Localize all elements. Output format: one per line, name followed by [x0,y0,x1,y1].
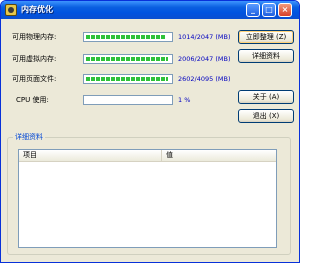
close-button[interactable]: × [278,3,292,17]
memory-app-icon [5,4,17,16]
details-group-title: 详细资料 [13,132,45,142]
column-header-item[interactable]: 项目 [19,150,162,161]
details-list[interactable]: 项目 值 [18,149,277,248]
details-button[interactable]: 详细资料 [238,49,294,63]
title-bar[interactable]: 内存优化 _ □ × [1,1,299,19]
details-list-header: 项目 值 [19,150,276,162]
about-button[interactable]: 关于 (A) [238,90,294,104]
exit-button[interactable]: 退出 (X) [238,109,294,123]
physical-memory-label: 可用物理内存: [12,33,57,41]
virtual-memory-bar-fill [86,57,169,61]
virtual-memory-bar [83,54,173,64]
cpu-usage-bar [83,95,173,105]
physical-memory-value: 1014/2047 (MB) [178,33,231,41]
minimize-button[interactable]: _ [246,3,260,17]
page-file-bar [83,74,173,84]
window-title: 内存优化 [21,5,53,14]
physical-memory-bar-fill [86,35,166,39]
maximize-button[interactable]: □ [262,3,276,17]
physical-memory-bar [83,32,173,42]
column-header-value[interactable]: 值 [162,150,276,161]
page-file-bar-fill [86,77,169,81]
virtual-memory-label: 可用虚拟内存: [12,55,57,63]
optimize-now-button[interactable]: 立即整理 (Z) [238,30,294,44]
main-window: 内存优化 _ □ × 可用物理内存: 1014/2047 (MB) 可用虚拟内存… [0,0,300,263]
page-file-value: 2602/4095 (MB) [178,75,231,83]
page-file-label: 可用页面文件: [12,75,57,83]
virtual-memory-value: 2006/2047 (MB) [178,55,231,63]
cpu-usage-value: 1 % [178,96,191,104]
cpu-usage-label: CPU 使用: [16,96,49,104]
